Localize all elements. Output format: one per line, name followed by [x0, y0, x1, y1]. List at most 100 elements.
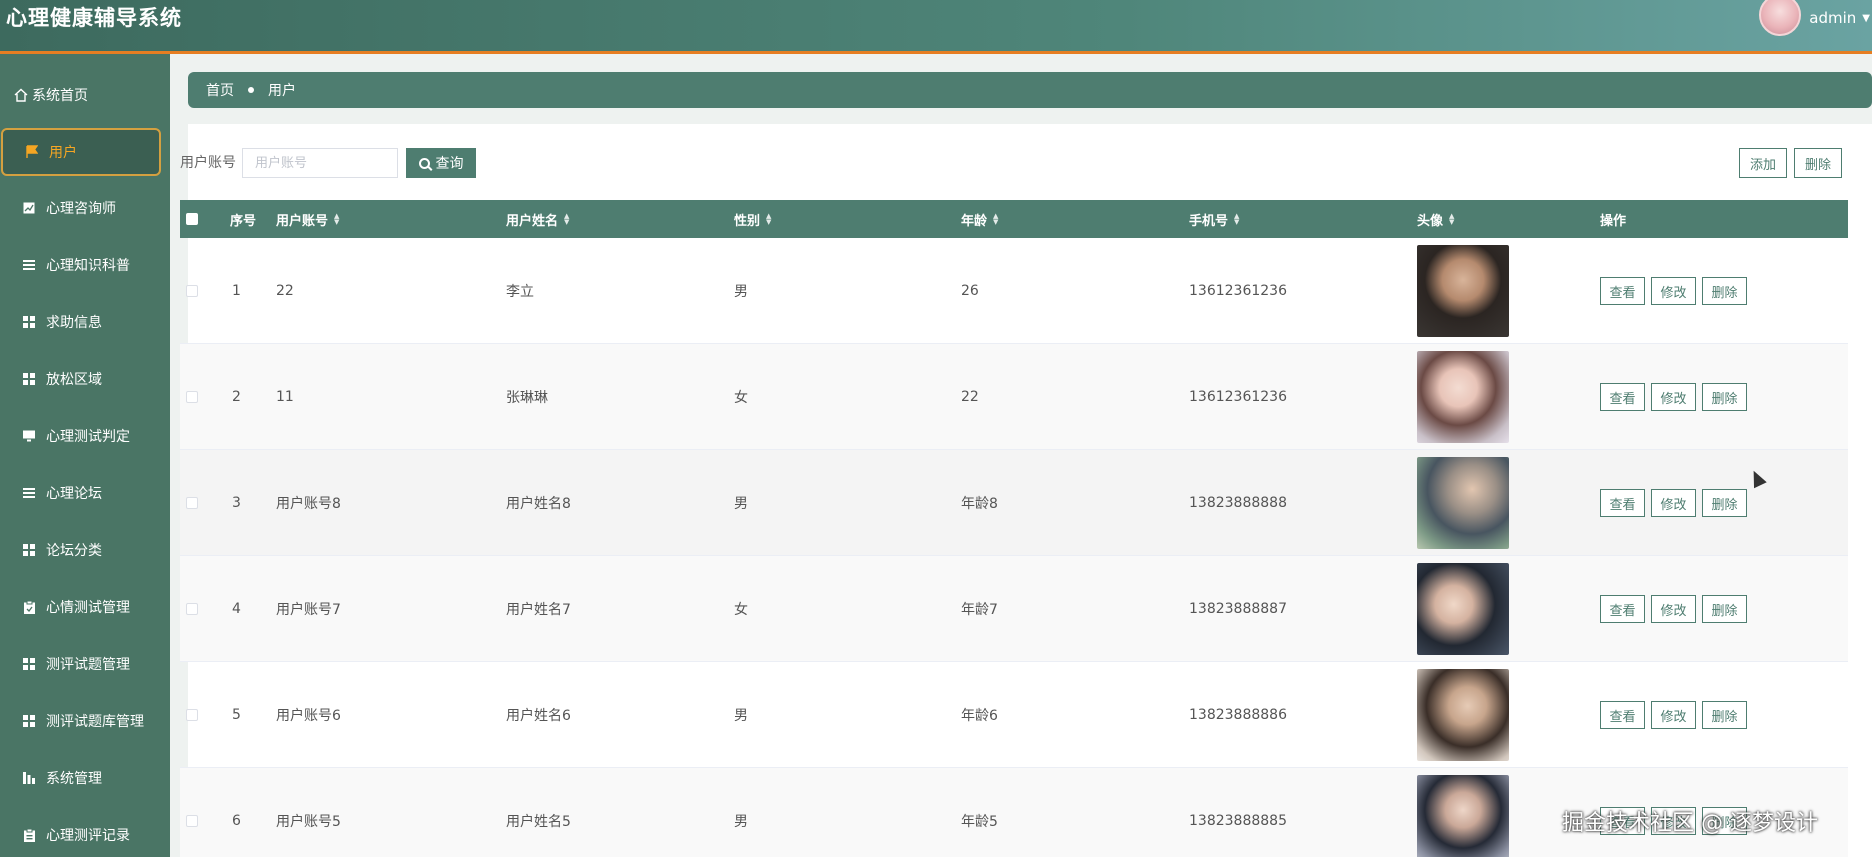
search-button-label: 查询	[435, 155, 464, 171]
sort-icon[interactable]: ▲ ▼	[766, 213, 771, 226]
sidebar-item-users[interactable]: 用户	[1, 128, 161, 176]
edit-button[interactable]: 修改	[1651, 701, 1696, 729]
sidebar-item-test-judgement[interactable]: 心理测试判定	[0, 413, 170, 459]
main-content: 首页 用户 用户账号 查询 添加 删除 序号 用户账号 ▲▼ 用户姓名 ▲▼ 性…	[170, 54, 1872, 857]
sidebar-item-assessment-records[interactable]: 心理测评记录	[0, 812, 170, 857]
chart-icon	[22, 201, 36, 215]
sidebar-item-forum-category[interactable]: 论坛分类	[0, 527, 170, 573]
cell-name: 用户姓名7	[506, 602, 571, 618]
column-header-gender[interactable]: 性别 ▲ ▼	[734, 200, 771, 238]
breadcrumb-home[interactable]: 首页	[206, 80, 234, 100]
edit-button[interactable]: 修改	[1651, 595, 1696, 623]
user-photo	[1417, 351, 1509, 443]
sidebar-item-label: 论坛分类	[46, 543, 102, 559]
select-all-checkbox[interactable]	[186, 213, 198, 225]
view-button[interactable]: 查看	[1600, 277, 1645, 305]
cell-index: 6	[232, 813, 241, 829]
search-label: 用户账号	[180, 155, 236, 171]
search-button[interactable]: 查询	[406, 148, 476, 178]
sidebar-item-system[interactable]: 系统管理	[0, 755, 170, 801]
clipboard-icon	[22, 828, 36, 842]
table-row: 2 11 张琳琳 女 22 13612361236 查看 修改 删除	[180, 344, 1848, 450]
delete-button[interactable]: 删除	[1702, 383, 1747, 411]
sort-icon[interactable]: ▲ ▼	[993, 213, 998, 226]
sidebar-item-relax-area[interactable]: 放松区域	[0, 356, 170, 402]
cell-name: 张琳琳	[506, 390, 548, 406]
cell-index: 2	[232, 389, 241, 405]
select-all-cell[interactable]	[186, 200, 198, 238]
row-checkbox[interactable]	[186, 815, 198, 827]
cell-age: 年龄5	[961, 814, 998, 830]
column-header-account[interactable]: 用户账号 ▲ ▼	[276, 200, 339, 238]
view-button[interactable]: 查看	[1600, 595, 1645, 623]
view-button[interactable]: 查看	[1600, 489, 1645, 517]
chevron-down-icon[interactable]: ▼	[1862, 13, 1870, 24]
cell-account: 用户账号6	[276, 708, 341, 724]
sidebar-item-question-manage[interactable]: 测评试题管理	[0, 641, 170, 687]
cell-index: 1	[232, 283, 241, 299]
sidebar-item-forum[interactable]: 心理论坛	[0, 470, 170, 516]
search-input[interactable]	[242, 148, 398, 178]
sidebar-item-label: 测评试题管理	[46, 657, 130, 673]
column-header-phone[interactable]: 手机号 ▲ ▼	[1189, 200, 1239, 238]
sidebar: 系统首页 用户 心理咨询师 心理知识科普 求助信息 放松区域 心理测试判定 心理…	[0, 54, 170, 857]
delete-button[interactable]: 删除	[1702, 277, 1747, 305]
sidebar-item-label: 心理测评记录	[46, 828, 130, 844]
row-checkbox[interactable]	[186, 497, 198, 509]
edit-button[interactable]: 修改	[1651, 383, 1696, 411]
bar-chart-icon	[22, 771, 36, 785]
sidebar-item-label: 系统管理	[46, 771, 102, 787]
view-button[interactable]: 查看	[1600, 701, 1645, 729]
flag-icon	[25, 145, 39, 159]
column-header-age[interactable]: 年龄 ▲ ▼	[961, 200, 998, 238]
delete-button[interactable]: 删除	[1702, 595, 1747, 623]
delete-button[interactable]: 删除	[1702, 489, 1747, 517]
edit-button[interactable]: 修改	[1651, 277, 1696, 305]
sidebar-item-counselor[interactable]: 心理咨询师	[0, 185, 170, 231]
cell-age: 年龄6	[961, 708, 998, 724]
edit-button[interactable]: 修改	[1651, 489, 1696, 517]
cell-account: 11	[276, 389, 294, 405]
sort-icon[interactable]: ▲ ▼	[1449, 213, 1454, 226]
sort-icon[interactable]: ▲ ▼	[564, 213, 569, 226]
table-header: 序号 用户账号 ▲ ▼ 用户姓名 ▲ ▼ 性别 ▲ ▼ 年龄 ▲ ▼ 手机号 ▲ ▼ 头像…	[180, 200, 1848, 238]
column-header-avatar[interactable]: 头像 ▲ ▼	[1417, 200, 1454, 238]
cell-gender: 男	[734, 814, 748, 830]
grid-icon	[22, 543, 36, 557]
add-button[interactable]: 添加	[1739, 148, 1787, 178]
breadcrumb-separator	[248, 87, 254, 93]
sidebar-item-question-bank[interactable]: 测评试题库管理	[0, 698, 170, 744]
home-icon	[14, 88, 28, 102]
user-avatar[interactable]	[1759, 0, 1802, 36]
user-photo	[1417, 775, 1509, 857]
list-icon	[22, 258, 36, 272]
list-icon	[22, 486, 36, 500]
row-checkbox[interactable]	[186, 285, 198, 297]
table-row: 4 用户账号7 用户姓名7 女 年龄7 13823888887 查看 修改 删除	[180, 556, 1848, 662]
row-checkbox[interactable]	[186, 709, 198, 721]
sidebar-item-home[interactable]: 系统首页	[0, 72, 170, 118]
cell-account: 用户账号5	[276, 814, 341, 830]
sidebar-item-knowledge[interactable]: 心理知识科普	[0, 242, 170, 288]
row-checkbox[interactable]	[186, 603, 198, 615]
delete-button[interactable]: 删除	[1702, 701, 1747, 729]
row-checkbox[interactable]	[186, 391, 198, 403]
sidebar-item-help-info[interactable]: 求助信息	[0, 299, 170, 345]
sort-icon[interactable]: ▲ ▼	[334, 213, 339, 226]
grid-icon	[22, 315, 36, 329]
batch-delete-button[interactable]: 删除	[1794, 148, 1842, 178]
sidebar-item-mood-test[interactable]: 心情测试管理	[0, 584, 170, 630]
cell-gender: 女	[734, 390, 748, 406]
top-header: 心理健康辅导系统 admin ▼	[0, 0, 1872, 54]
cell-phone: 13823888885	[1189, 813, 1287, 829]
cell-account: 用户账号8	[276, 496, 341, 512]
cell-name: 用户姓名8	[506, 496, 571, 512]
username[interactable]: admin	[1809, 9, 1856, 27]
user-menu[interactable]: admin ▼	[1759, 0, 1872, 36]
view-button[interactable]: 查看	[1600, 383, 1645, 411]
table-row: 3 用户账号8 用户姓名8 男 年龄8 13823888888 查看 修改 删除	[180, 450, 1848, 556]
user-photo	[1417, 669, 1509, 761]
cell-age: 22	[961, 389, 979, 405]
column-header-name[interactable]: 用户姓名 ▲ ▼	[506, 200, 569, 238]
sort-icon[interactable]: ▲ ▼	[1234, 213, 1239, 226]
